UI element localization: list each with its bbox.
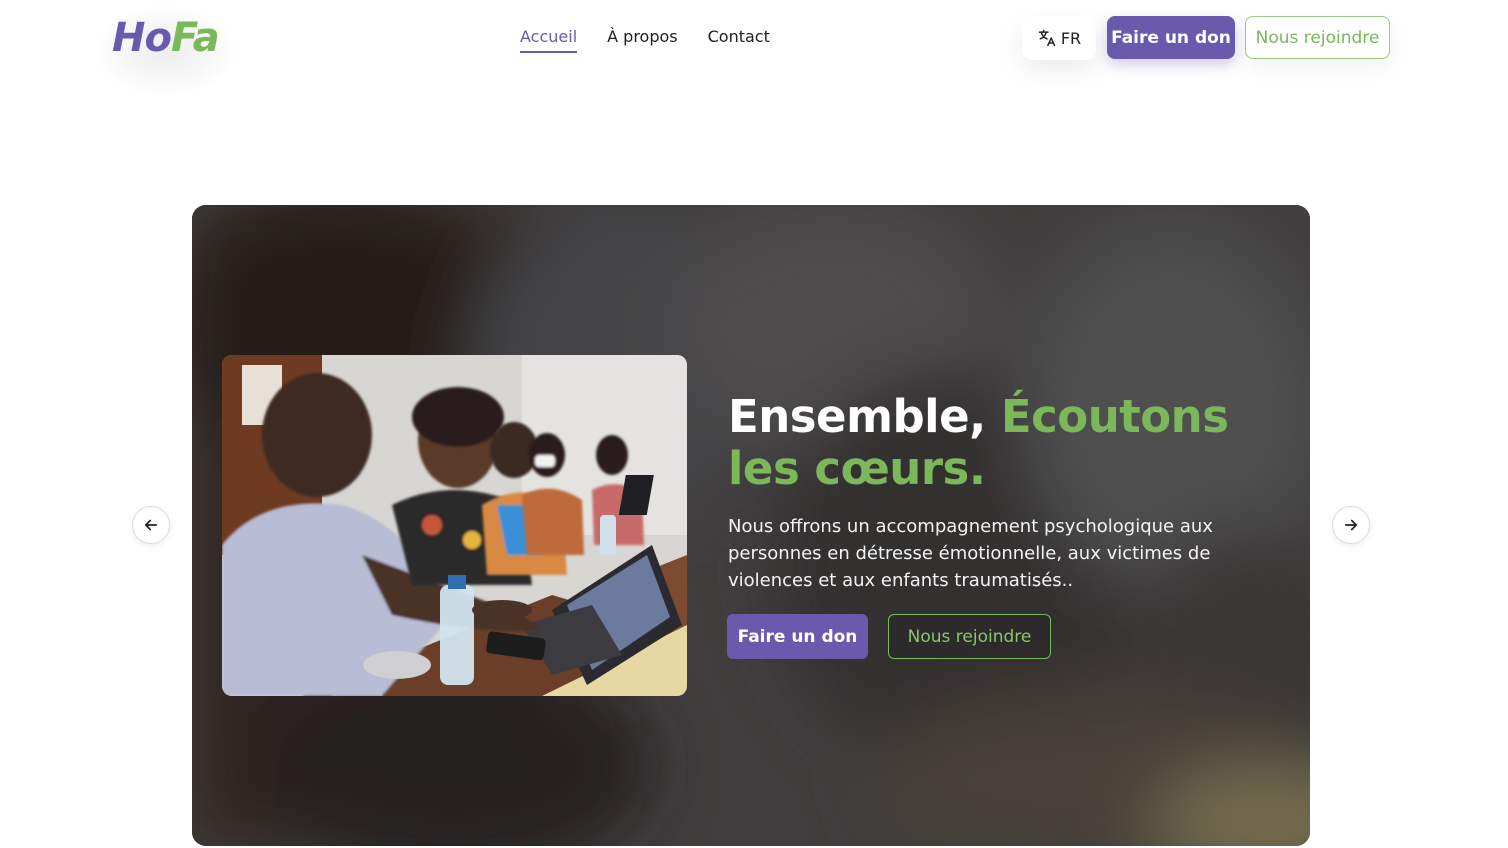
nav-link-a-propos[interactable]: À propos	[607, 26, 677, 53]
join-button-hero[interactable]: Nous rejoindre	[888, 614, 1051, 659]
logo[interactable]: HoFa	[112, 14, 220, 62]
hero-photo	[222, 355, 687, 696]
translate-icon	[1038, 29, 1056, 47]
carousel-next-button[interactable]	[1332, 506, 1370, 544]
hero-title-white: Ensemble,	[728, 390, 1001, 443]
donate-button-hero[interactable]: Faire un don	[727, 614, 868, 659]
carousel-prev-button[interactable]	[132, 506, 170, 544]
arrow-right-icon	[1344, 519, 1358, 531]
hero-title: Ensemble, Écoutons les cœurs.	[728, 391, 1248, 495]
join-button-header[interactable]: Nous rejoindre	[1245, 16, 1390, 59]
hero-subtitle: Nous offrons un accompagnement psycholog…	[728, 516, 1213, 591]
hero-slide: Ensemble, Écoutons les cœurs. Nous offro…	[192, 205, 1310, 846]
main-nav: Accueil À propos Contact	[520, 26, 770, 53]
nav-link-accueil[interactable]: Accueil	[520, 26, 578, 53]
donate-button-header[interactable]: Faire un don	[1107, 16, 1235, 59]
language-switcher[interactable]: FR	[1022, 16, 1096, 60]
logo-part-fa: Fa	[170, 15, 220, 61]
language-code: FR	[1060, 28, 1082, 48]
logo-part-ho: Ho	[112, 15, 172, 61]
arrow-left-icon	[144, 519, 158, 531]
nav-link-contact[interactable]: Contact	[708, 26, 770, 53]
